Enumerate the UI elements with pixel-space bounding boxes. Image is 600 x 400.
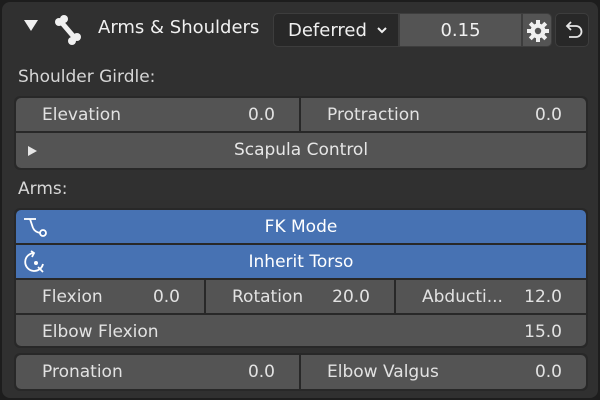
collapse-triangle-icon[interactable] bbox=[24, 20, 38, 31]
mode-dropdown[interactable]: Deferred bbox=[273, 13, 399, 47]
pronation-field[interactable]: Pronation 0.0 bbox=[16, 355, 299, 389]
flexion-value: 0.0 bbox=[152, 287, 180, 307]
flexion-label: Flexion bbox=[42, 287, 103, 307]
elbow-valgus-field[interactable]: Elbow Valgus 0.0 bbox=[301, 355, 586, 389]
flexion-field[interactable]: Flexion 0.0 bbox=[16, 280, 204, 313]
scapula-control-button[interactable]: Scapula Control bbox=[16, 133, 586, 168]
undo-icon bbox=[565, 21, 583, 38]
arms-shoulders-panel: Arms & Shoulders Deferred 0.15 Shoulder … bbox=[2, 2, 598, 398]
bone-icon bbox=[54, 15, 82, 45]
protraction-field[interactable]: Protraction 0.0 bbox=[301, 98, 586, 131]
arms-label: Arms: bbox=[18, 179, 68, 199]
abduction-field[interactable]: Abducti... 12.0 bbox=[396, 280, 586, 313]
rotation-field[interactable]: Rotation 20.0 bbox=[206, 280, 394, 313]
panel-title: Arms & Shoulders bbox=[98, 17, 260, 38]
shoulder-girdle-label: Shoulder Girdle: bbox=[18, 67, 156, 87]
rotation-value: 20.0 bbox=[332, 287, 370, 307]
value-field-text: 0.15 bbox=[440, 20, 481, 41]
protraction-label: Protraction bbox=[327, 105, 420, 125]
rotation-label: Rotation bbox=[232, 287, 304, 307]
value-field[interactable]: 0.15 bbox=[399, 13, 522, 47]
fk-mode-toggle[interactable]: FK Mode bbox=[16, 210, 586, 243]
gear-icon bbox=[527, 20, 549, 42]
inherit-torso-toggle[interactable]: Inherit Torso bbox=[16, 245, 586, 278]
undo-button[interactable] bbox=[555, 13, 589, 47]
abduction-label: Abducti... bbox=[422, 287, 503, 307]
fk-mode-label: FK Mode bbox=[264, 217, 338, 237]
inherit-torso-label: Inherit Torso bbox=[248, 252, 354, 272]
elbow-flexion-value: 15.0 bbox=[524, 322, 562, 342]
pronation-label: Pronation bbox=[42, 362, 123, 382]
elbow-flexion-field[interactable]: Elbow Flexion 15.0 bbox=[16, 315, 586, 346]
chevron-down-icon bbox=[377, 27, 387, 34]
elevation-value: 0.0 bbox=[247, 105, 275, 125]
protraction-value: 0.0 bbox=[534, 105, 562, 125]
elevation-label: Elevation bbox=[42, 105, 121, 125]
elbow-valgus-label: Elbow Valgus bbox=[327, 362, 439, 382]
elevation-field[interactable]: Elevation 0.0 bbox=[16, 98, 299, 131]
elbow-flexion-label: Elbow Flexion bbox=[42, 322, 159, 342]
settings-button[interactable] bbox=[522, 13, 552, 47]
mode-dropdown-label: Deferred bbox=[288, 20, 367, 41]
elbow-valgus-value: 0.0 bbox=[534, 362, 562, 382]
abduction-value: 12.0 bbox=[524, 287, 562, 307]
scapula-control-label: Scapula Control bbox=[233, 140, 369, 160]
pronation-value: 0.0 bbox=[247, 362, 275, 382]
